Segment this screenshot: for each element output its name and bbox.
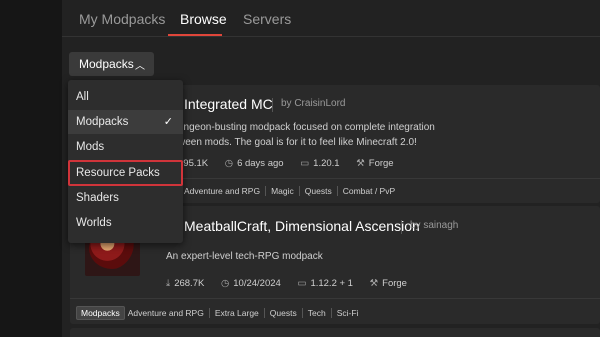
modpack-title[interactable]: MeatballCraft, Dimensional Ascension: [184, 218, 420, 234]
dropdown-item-shaders[interactable]: Shaders: [68, 186, 183, 210]
tag[interactable]: Adventure and RPG: [184, 186, 265, 196]
updated: ◷ 6 days ago: [225, 158, 284, 169]
modpack-author[interactable]: by sainagh: [410, 220, 458, 231]
tag-list: Modpacks Adventure and RPG Extra Large Ques…: [76, 306, 363, 320]
description-line: ungeon-busting modpack focused on comple…: [178, 122, 435, 133]
modpack-card[interactable]: [70, 328, 600, 337]
content-type-label: Modpacks: [79, 57, 134, 71]
chevron-up-icon: ︿: [135, 61, 145, 72]
highlight-box: [68, 160, 183, 186]
modpack-author[interactable]: by CraisinLord: [281, 98, 345, 109]
anvil-icon: ⚒: [356, 158, 365, 169]
dropdown-item-label: Worlds: [76, 217, 112, 229]
divider: [272, 98, 273, 112]
tag[interactable]: Combat / PvP: [336, 186, 400, 196]
content-type-select[interactable]: Modpacks ︿: [69, 52, 154, 76]
divider: [70, 298, 600, 299]
description-line: ween mods. The goal is for it to feel li…: [178, 137, 417, 148]
updated-date: 6 days ago: [237, 158, 284, 169]
divider: [401, 220, 402, 234]
dropdown-item-mods[interactable]: Mods: [68, 135, 183, 159]
dropdown-item-label: All: [76, 91, 89, 103]
mod-loader: ⚒ Forge: [370, 278, 407, 289]
updated: ◷ 10/24/2024: [221, 278, 281, 289]
version-text: 1.12.2 + 1: [310, 278, 353, 289]
tab-my-modpacks[interactable]: My Modpacks: [79, 11, 165, 27]
tag[interactable]: Tech: [301, 308, 331, 318]
tag[interactable]: Magic: [265, 186, 299, 196]
game-version: ▭ 1.12.2 + 1: [297, 278, 353, 289]
dropdown-item-label: Mods: [76, 141, 105, 153]
tag[interactable]: Adventure and RPG: [128, 308, 209, 318]
updated-date: 10/24/2024: [233, 278, 281, 289]
gamepad-icon: ▭: [297, 278, 307, 289]
download-icon: ⤓: [166, 278, 171, 289]
dropdown-item-all[interactable]: All: [68, 85, 183, 109]
tab-servers[interactable]: Servers: [243, 11, 291, 27]
checkmark-icon: ✓: [163, 116, 173, 128]
modpack-meta: ⤓ 268.7K ◷ 10/24/2024 ▭ 1.12.2 + 1 ⚒ Forge: [166, 278, 421, 289]
game-version: ▭ 1.20.1: [300, 158, 339, 169]
dropdown-item-modpacks[interactable]: Modpacks ✓: [68, 110, 183, 134]
version-text: 1.20.1: [313, 158, 340, 169]
tab-divider: [62, 36, 600, 37]
anvil-icon: ⚒: [369, 278, 379, 289]
dropdown-item-label: Modpacks: [76, 116, 129, 128]
mod-loader: ⚒ Forge: [356, 158, 393, 169]
modpack-meta: 395.1K ◷ 6 days ago ▭ 1.20.1 ⚒ Forge: [178, 158, 408, 169]
tag-list: Adventure and RPG Magic Quests Combat / PvP: [184, 186, 400, 196]
primary-tag[interactable]: Modpacks: [76, 306, 125, 320]
download-count: 268.7K: [174, 278, 205, 289]
tag[interactable]: Quests: [298, 186, 337, 196]
tab-bar: My Modpacks Browse Servers: [62, 0, 600, 37]
modpack-description: An expert-level tech-RPG modpack: [166, 251, 323, 262]
gamepad-icon: ▭: [300, 158, 310, 169]
dropdown-item-label: Shaders: [76, 192, 119, 204]
downloads: ⤓ 268.7K: [166, 278, 204, 289]
modpack-description: ungeon-busting modpack focused on comple…: [178, 120, 538, 150]
loader-text: Forge: [368, 158, 394, 169]
tag[interactable]: Extra Large: [208, 308, 264, 318]
tag[interactable]: Sci-Fi: [330, 308, 364, 318]
clock-icon: ◷: [220, 278, 230, 289]
modpack-title[interactable]: Integrated MC: [184, 96, 273, 112]
tag[interactable]: Quests: [263, 308, 302, 318]
tab-browse[interactable]: Browse: [180, 11, 227, 27]
dropdown-item-worlds[interactable]: Worlds: [68, 211, 183, 235]
clock-icon: ◷: [224, 158, 234, 169]
sidebar-edge: [0, 0, 62, 337]
loader-text: Forge: [382, 278, 407, 289]
